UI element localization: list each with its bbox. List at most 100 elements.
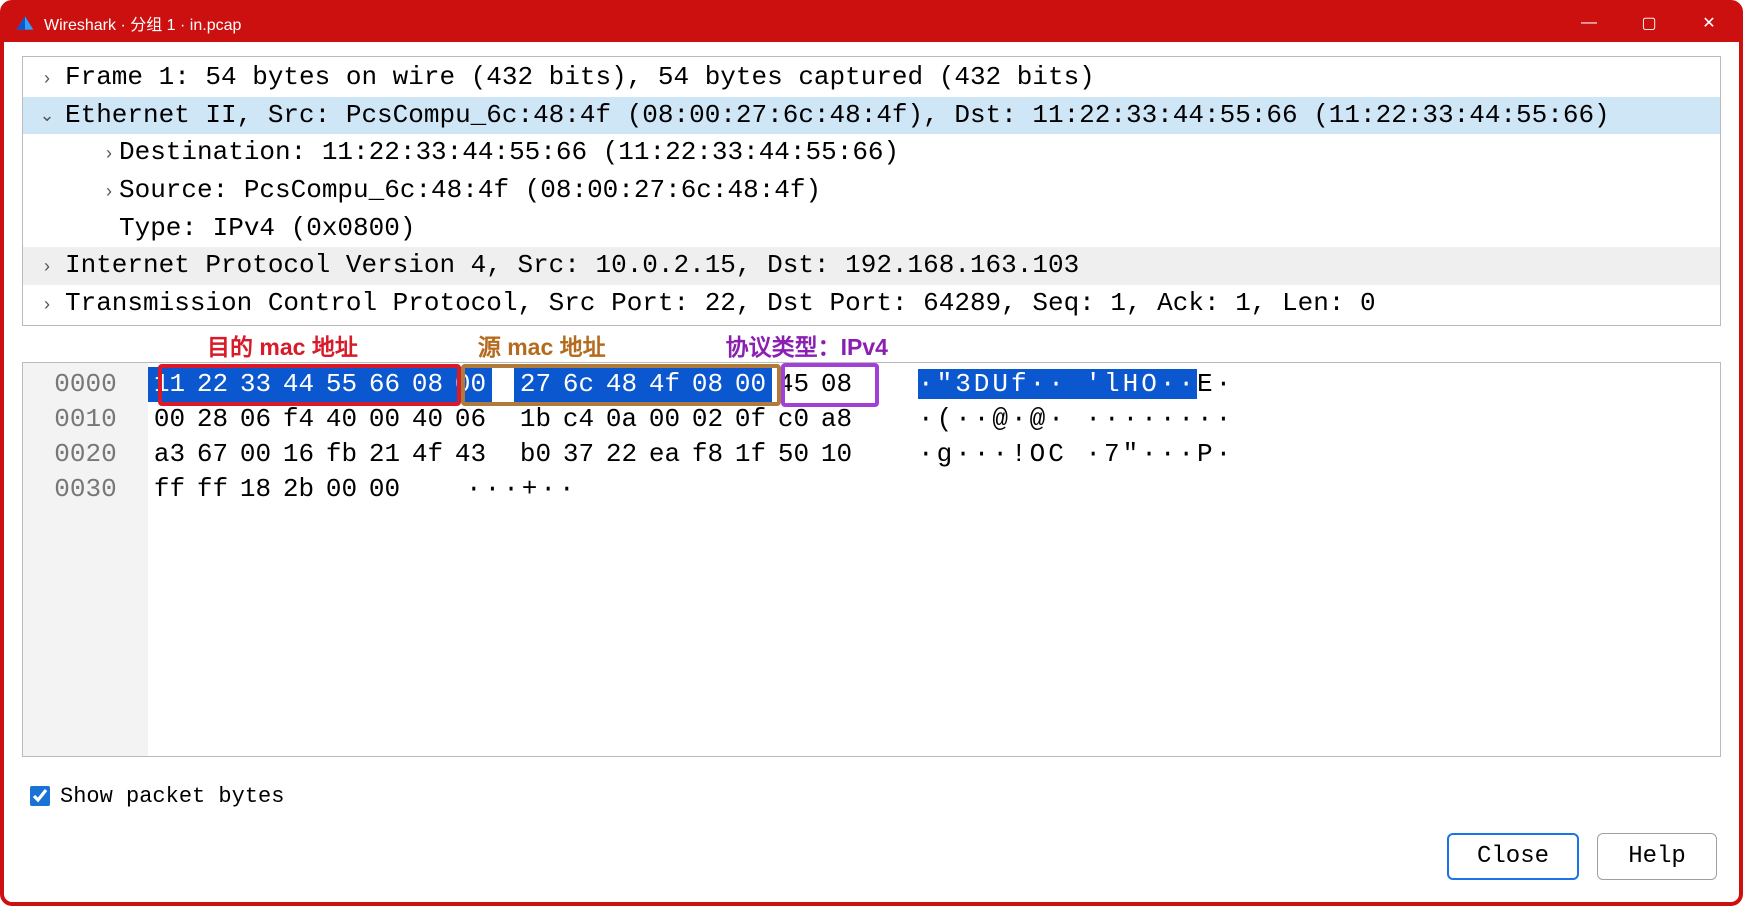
hex-byte[interactable]: 22 bbox=[600, 437, 643, 472]
hex-byte[interactable]: 21 bbox=[363, 437, 406, 472]
hex-byte[interactable]: 06 bbox=[449, 402, 492, 437]
tree-label: Ethernet II, Src: PcsCompu_6c:48:4f (08:… bbox=[65, 97, 1610, 135]
hex-byte[interactable]: 40 bbox=[320, 402, 363, 437]
hex-byte[interactable]: 50 bbox=[772, 437, 815, 472]
hex-byte[interactable]: 40 bbox=[406, 402, 449, 437]
hex-byte[interactable]: 4f bbox=[406, 437, 449, 472]
hex-ascii: ·"3DUf·· 'lHO··E· bbox=[918, 367, 1234, 402]
hex-byte[interactable]: 6c bbox=[557, 367, 600, 402]
tree-label: Source: PcsCompu_6c:48:4f (08:00:27:6c:4… bbox=[119, 172, 821, 210]
hex-byte[interactable]: 0f bbox=[729, 402, 772, 437]
tree-item-eth-src[interactable]: · › Source: PcsCompu_6c:48:4f (08:00:27:… bbox=[23, 172, 1720, 210]
button-row: Close Help bbox=[26, 833, 1717, 880]
hex-byte[interactable]: 00 bbox=[320, 472, 363, 507]
chevron-right-icon[interactable]: › bbox=[29, 65, 65, 91]
hex-bytes[interactable]: 002806f4400040061bc40a00020fc0a8 bbox=[148, 402, 858, 437]
chevron-right-icon[interactable]: › bbox=[29, 253, 65, 279]
hex-byte[interactable]: 48 bbox=[600, 367, 643, 402]
hex-bytes[interactable]: a3670016fb214f43 b03722eaf81f5010 bbox=[148, 437, 858, 472]
hex-byte[interactable]: b0 bbox=[514, 437, 557, 472]
hex-byte[interactable]: ff bbox=[191, 472, 234, 507]
hex-byte[interactable]: 43 bbox=[449, 437, 492, 472]
hex-byte[interactable]: 28 bbox=[191, 402, 234, 437]
hex-ascii: ·(··@·@· ········ bbox=[918, 402, 1234, 437]
hex-byte[interactable]: 45 bbox=[772, 367, 815, 402]
hex-byte[interactable]: f4 bbox=[277, 402, 320, 437]
chevron-right-icon[interactable]: › bbox=[99, 178, 119, 204]
hex-byte[interactable]: 55 bbox=[320, 367, 363, 402]
minimize-button[interactable]: — bbox=[1559, 4, 1619, 42]
hex-byte[interactable]: 4f bbox=[643, 367, 686, 402]
hex-offset: 0020 bbox=[23, 437, 148, 472]
hex-byte[interactable]: 0a bbox=[600, 402, 643, 437]
hex-byte[interactable]: 00 bbox=[363, 402, 406, 437]
hex-byte[interactable]: 10 bbox=[815, 437, 858, 472]
chevron-right-icon[interactable]: › bbox=[29, 291, 65, 317]
protocol-tree[interactable]: › Frame 1: 54 bytes on wire (432 bits), … bbox=[22, 56, 1721, 326]
hex-byte[interactable]: 67 bbox=[191, 437, 234, 472]
tree-item-tcp[interactable]: › Transmission Control Protocol, Src Por… bbox=[23, 285, 1720, 323]
hex-line[interactable]: 0030ffff182b0000···+·· bbox=[23, 472, 1720, 507]
hex-byte[interactable]: 00 bbox=[148, 402, 191, 437]
help-button[interactable]: Help bbox=[1597, 833, 1717, 880]
hex-byte[interactable]: 08 bbox=[406, 367, 449, 402]
hex-byte[interactable]: 33 bbox=[234, 367, 277, 402]
hex-byte[interactable]: 08 bbox=[815, 367, 858, 402]
hex-byte[interactable]: 44 bbox=[277, 367, 320, 402]
hex-byte[interactable]: c4 bbox=[557, 402, 600, 437]
hex-offset: 0010 bbox=[23, 402, 148, 437]
hex-byte[interactable]: 00 bbox=[729, 367, 772, 402]
hex-byte[interactable]: 11 bbox=[148, 367, 191, 402]
hex-byte[interactable]: f8 bbox=[686, 437, 729, 472]
hex-byte[interactable]: 16 bbox=[277, 437, 320, 472]
hex-byte[interactable]: 00 bbox=[234, 437, 277, 472]
hex-line[interactable]: 0010002806f4400040061bc40a00020fc0a8·(··… bbox=[23, 402, 1720, 437]
hex-line[interactable]: 0020a3670016fb214f43b03722eaf81f5010·g··… bbox=[23, 437, 1720, 472]
window-title: Wireshark · 分组 1 · in.pcap bbox=[44, 11, 1559, 35]
hex-byte[interactable]: 27 bbox=[514, 367, 557, 402]
hex-byte[interactable]: 37 bbox=[557, 437, 600, 472]
hex-byte[interactable]: 66 bbox=[363, 367, 406, 402]
chevron-down-icon[interactable]: ⌄ bbox=[29, 102, 65, 128]
tree-item-ethernet[interactable]: ⌄ Ethernet II, Src: PcsCompu_6c:48:4f (0… bbox=[23, 97, 1720, 135]
hex-byte[interactable]: 02 bbox=[686, 402, 729, 437]
tree-label: Transmission Control Protocol, Src Port:… bbox=[65, 285, 1376, 323]
tree-item-frame[interactable]: › Frame 1: 54 bytes on wire (432 bits), … bbox=[23, 59, 1720, 97]
hex-bytes[interactable]: 1122334455660800276c484f08004508 bbox=[148, 367, 858, 402]
tree-item-eth-type[interactable]: · · Type: IPv4 (0x0800) bbox=[23, 210, 1720, 248]
show-packet-bytes-input[interactable] bbox=[30, 786, 50, 806]
tree-label: Frame 1: 54 bytes on wire (432 bits), 54… bbox=[65, 59, 1095, 97]
tree-item-eth-dst[interactable]: · › Destination: 11:22:33:44:55:66 (11:2… bbox=[23, 134, 1720, 172]
hex-byte[interactable]: 00 bbox=[643, 402, 686, 437]
close-button[interactable]: Close bbox=[1447, 833, 1579, 880]
tree-item-ip[interactable]: › Internet Protocol Version 4, Src: 10.0… bbox=[23, 247, 1720, 285]
hex-byte[interactable]: 22 bbox=[191, 367, 234, 402]
wireshark-icon bbox=[14, 12, 36, 34]
hex-byte[interactable]: a8 bbox=[815, 402, 858, 437]
bottom-bar: Show packet bytes Close Help bbox=[22, 757, 1721, 884]
hex-bytes[interactable]: ffff182b0000 bbox=[148, 472, 406, 507]
hex-byte[interactable]: 1b bbox=[514, 402, 557, 437]
hex-byte[interactable]: a3 bbox=[148, 437, 191, 472]
hex-byte[interactable]: ff bbox=[148, 472, 191, 507]
hex-byte[interactable]: fb bbox=[320, 437, 363, 472]
chevron-right-icon[interactable]: › bbox=[99, 140, 119, 166]
content-area: › Frame 1: 54 bytes on wire (432 bits), … bbox=[4, 42, 1739, 902]
hex-pane[interactable]: 00001122334455660800276c484f08004508·"3D… bbox=[22, 362, 1721, 757]
show-packet-bytes-checkbox[interactable]: Show packet bytes bbox=[26, 783, 1717, 809]
hex-byte[interactable]: 00 bbox=[363, 472, 406, 507]
hex-byte[interactable]: 08 bbox=[686, 367, 729, 402]
hex-byte[interactable]: c0 bbox=[772, 402, 815, 437]
hex-byte[interactable]: 2b bbox=[277, 472, 320, 507]
hex-byte[interactable]: 1f bbox=[729, 437, 772, 472]
hex-byte[interactable]: 00 bbox=[449, 367, 492, 402]
hex-byte[interactable]: 18 bbox=[234, 472, 277, 507]
hex-byte[interactable]: ea bbox=[643, 437, 686, 472]
hex-offset: 0000 bbox=[23, 367, 148, 402]
window-buttons: — ▢ ✕ bbox=[1559, 4, 1739, 42]
close-window-button[interactable]: ✕ bbox=[1679, 4, 1739, 42]
maximize-button[interactable]: ▢ bbox=[1619, 4, 1679, 42]
annotation-row: 目的 mac 地址 源 mac 地址 协议类型：IPv4 bbox=[22, 328, 1721, 362]
hex-byte[interactable]: 06 bbox=[234, 402, 277, 437]
hex-line[interactable]: 00001122334455660800276c484f08004508·"3D… bbox=[23, 367, 1720, 402]
